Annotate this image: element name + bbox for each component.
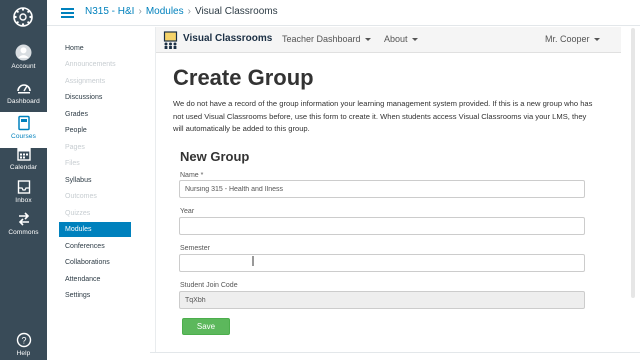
teacher-dashboard-label: Teacher Dashboard <box>282 34 361 44</box>
about-label: About <box>384 34 408 44</box>
semester-field[interactable] <box>179 254 585 272</box>
year-label: Year <box>180 208 195 215</box>
hamburger-menu-icon[interactable] <box>61 8 74 18</box>
course-nav-attendance[interactable]: Attendance <box>59 272 131 287</box>
visual-classrooms-frame: Visual Classrooms Teacher Dashboard Abou… <box>155 27 621 352</box>
top-bar: N315 - H&I › Modules › Visual Classrooms <box>47 0 640 26</box>
chevron-down-icon <box>364 38 371 42</box>
intro-text: We do not have a record of the group inf… <box>173 99 593 133</box>
global-nav-commons[interactable]: Commons <box>0 211 47 247</box>
course-nav-settings[interactable]: Settings <box>59 288 131 303</box>
course-nav-home[interactable]: Home <box>59 41 131 56</box>
account-icon <box>15 44 32 61</box>
scrollbar-thumb[interactable] <box>631 28 635 298</box>
course-nav-grades[interactable]: Grades <box>59 107 131 122</box>
global-nav-courses-label: Courses <box>11 133 36 140</box>
course-nav-quizzes[interactable]: Quizzes <box>59 206 131 221</box>
help-icon: ? <box>16 332 31 348</box>
course-nav-conferences[interactable]: Conferences <box>59 239 131 254</box>
canvas-logo-icon[interactable] <box>12 6 34 28</box>
year-field[interactable] <box>179 217 585 235</box>
global-nav-commons-label: Commons <box>8 229 39 236</box>
global-nav-help[interactable]: ? Help <box>0 332 47 360</box>
breadcrumb-separator: › <box>187 6 191 17</box>
tool-brand[interactable]: Visual Classrooms <box>183 33 272 44</box>
course-nav-syllabus[interactable]: Syllabus <box>59 173 131 188</box>
breadcrumb-modules[interactable]: Modules <box>146 6 184 17</box>
global-nav: Account Dashboard Courses Calendar Inbox… <box>0 0 47 360</box>
courses-icon <box>17 115 30 131</box>
breadcrumb-course[interactable]: N315 - H&I <box>85 6 134 17</box>
global-nav-courses[interactable]: Courses <box>0 112 47 148</box>
course-nav-collaborations[interactable]: Collaborations <box>59 255 131 270</box>
visual-classrooms-logo-icon[interactable] <box>163 31 178 49</box>
course-nav-announcements[interactable]: Announcements <box>59 57 131 72</box>
course-nav-assignments[interactable]: Assignments <box>59 74 131 89</box>
breadcrumb: N315 - H&I › Modules › Visual Classrooms <box>85 6 278 17</box>
chevron-down-icon <box>411 38 418 42</box>
course-nav-people[interactable]: People <box>59 123 131 138</box>
global-nav-calendar[interactable]: Calendar <box>0 146 47 182</box>
course-nav-modules[interactable]: Modules <box>59 222 131 237</box>
inbox-icon <box>17 180 30 194</box>
global-nav-account-label: Account <box>11 63 36 70</box>
join-code-field[interactable] <box>179 291 585 309</box>
commons-icon <box>18 212 29 226</box>
about-menu[interactable]: About <box>384 34 418 44</box>
scrollbar[interactable] <box>630 28 636 328</box>
join-code-label: Student Join Code <box>180 282 238 289</box>
chevron-down-icon <box>593 38 600 42</box>
global-nav-account[interactable]: Account <box>0 44 47 80</box>
global-nav-calendar-label: Calendar <box>9 164 38 171</box>
divider <box>150 352 640 353</box>
page-title: Create Group <box>173 65 314 90</box>
section-title: New Group <box>180 149 250 164</box>
teacher-dashboard-menu[interactable]: Teacher Dashboard <box>282 34 371 44</box>
name-field[interactable] <box>179 180 585 198</box>
text-cursor-icon <box>252 256 254 266</box>
tool-navbar: Visual Classrooms Teacher Dashboard Abou… <box>156 27 621 53</box>
course-nav: Home Announcements Assignments Discussio… <box>47 26 150 360</box>
global-nav-inbox[interactable]: Inbox <box>0 179 47 215</box>
breadcrumb-separator: › <box>138 6 142 17</box>
user-name: Mr. Cooper <box>545 34 590 44</box>
name-label: Name * <box>180 172 204 179</box>
semester-label: Semester <box>180 245 210 252</box>
save-button[interactable]: Save <box>182 318 230 335</box>
global-nav-dashboard-label: Dashboard <box>7 98 40 105</box>
global-nav-inbox-label: Inbox <box>15 197 32 204</box>
global-nav-help-label: Help <box>16 350 31 357</box>
course-nav-outcomes[interactable]: Outcomes <box>59 189 131 204</box>
course-nav-pages[interactable]: Pages <box>59 140 131 155</box>
course-nav-discussions[interactable]: Discussions <box>59 90 131 105</box>
dashboard-icon <box>16 84 31 94</box>
global-nav-dashboard[interactable]: Dashboard <box>0 80 47 116</box>
user-menu[interactable]: Mr. Cooper <box>545 34 600 44</box>
svg-text:?: ? <box>21 336 26 346</box>
course-nav-files[interactable]: Files <box>59 156 131 171</box>
calendar-icon <box>16 147 31 161</box>
breadcrumb-current: Visual Classrooms <box>194 6 278 17</box>
